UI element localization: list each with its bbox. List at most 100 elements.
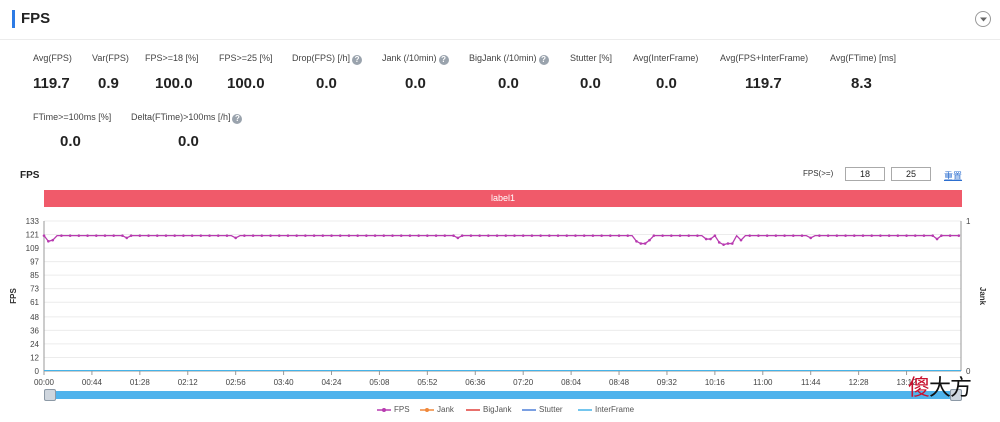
help-icon[interactable]: ? bbox=[232, 114, 243, 124]
fps-data-point bbox=[434, 234, 438, 237]
fps-data-point bbox=[704, 237, 708, 241]
fps-data-point bbox=[103, 234, 107, 237]
fps-data-point bbox=[417, 234, 420, 237]
fps-data-point bbox=[879, 234, 882, 237]
fps-data-point bbox=[478, 234, 481, 237]
fps-data-point bbox=[809, 236, 813, 240]
help-icon[interactable]: ? bbox=[538, 55, 549, 65]
help-icon[interactable]: ? bbox=[352, 55, 363, 65]
metric-value: 8.3 bbox=[851, 75, 872, 92]
legend-marker-icon bbox=[466, 409, 480, 411]
metric-label: BigJank (/10min)? bbox=[469, 53, 549, 65]
fps-data-point bbox=[730, 242, 734, 245]
x-tick-label: 12:28 bbox=[849, 378, 870, 387]
collapse-button[interactable] bbox=[975, 11, 991, 27]
fps-data-point bbox=[452, 234, 455, 237]
legend-label: Stutter bbox=[539, 405, 563, 414]
fps-data-point bbox=[940, 234, 943, 237]
reset-link[interactable]: 重置 bbox=[944, 169, 962, 182]
fps-data-point bbox=[356, 234, 359, 237]
fps-data-point bbox=[905, 234, 908, 237]
fps-data-point bbox=[513, 234, 516, 237]
x-tick-label: 03:40 bbox=[274, 378, 295, 387]
metric-label: FPS>=25 [%] bbox=[219, 53, 273, 64]
fps-data-point bbox=[487, 234, 490, 237]
title-accent-bar bbox=[12, 10, 15, 28]
x-tick-label: 07:20 bbox=[513, 378, 534, 387]
fps-data-point bbox=[182, 234, 185, 237]
metric-label-text: Drop(FPS) [/h] bbox=[292, 53, 351, 63]
fps-data-point bbox=[678, 234, 682, 237]
fps-threshold-2-input[interactable] bbox=[891, 167, 931, 181]
legend-item-fps[interactable]: FPS bbox=[377, 404, 410, 416]
fps-data-point bbox=[643, 242, 647, 245]
metric-label: Jank (/10min)? bbox=[382, 53, 449, 65]
metric-0-metrics_row1: Avg(FPS) 119.7 bbox=[33, 53, 72, 92]
metric-value: 0.0 bbox=[656, 75, 677, 92]
legend-marker-icon bbox=[578, 409, 592, 411]
fps-data-point bbox=[312, 234, 316, 237]
fps-data-point bbox=[582, 234, 586, 237]
fps-data-point bbox=[639, 242, 643, 245]
fps-filter-label: FPS(>=) bbox=[803, 169, 834, 178]
fps-data-point bbox=[129, 234, 133, 237]
metric-label-text: Stutter [%] bbox=[570, 53, 613, 63]
fps-data-point bbox=[887, 234, 891, 237]
y-tick-label: 109 bbox=[26, 244, 40, 253]
fps-data-point bbox=[791, 234, 795, 237]
metric-value: 0.0 bbox=[498, 75, 519, 92]
y-axis-title: FPS bbox=[9, 288, 18, 304]
fps-threshold-1-input[interactable] bbox=[845, 167, 885, 181]
fps-data-point bbox=[408, 234, 412, 237]
fps-data-point bbox=[635, 240, 638, 243]
legend-item-jank[interactable]: Jank bbox=[420, 404, 454, 416]
x-tick-label: 11:44 bbox=[801, 378, 821, 387]
fps-data-point bbox=[913, 234, 917, 237]
metric-8-metrics_row1: Avg(InterFrame) 0.0 bbox=[633, 53, 698, 92]
fps-data-point bbox=[77, 234, 81, 237]
legend-item-bigjank[interactable]: BigJank bbox=[466, 404, 511, 416]
metric-label-text: Avg(FPS) bbox=[33, 53, 72, 63]
fps-data-point bbox=[155, 234, 159, 237]
fps-data-point bbox=[818, 234, 821, 237]
x-tick-label: 05:52 bbox=[417, 378, 438, 387]
metric-label-text: Var(FPS) bbox=[92, 53, 129, 63]
fps-data-point bbox=[456, 236, 460, 240]
panel-title: FPS bbox=[21, 10, 51, 27]
fps-data-point bbox=[765, 234, 769, 237]
fps-data-point bbox=[726, 242, 730, 245]
fps-data-point bbox=[757, 234, 760, 237]
label-band[interactable]: label1 bbox=[44, 190, 962, 207]
fps-data-point bbox=[852, 234, 856, 237]
fps-data-point bbox=[216, 234, 220, 237]
x-tick-label: 04:24 bbox=[321, 378, 342, 387]
zoom-handle-left[interactable] bbox=[44, 389, 56, 401]
fps-data-point bbox=[687, 234, 691, 237]
x-tick-label: 02:56 bbox=[226, 378, 247, 387]
fps-data-point bbox=[138, 234, 142, 237]
fps-data-point bbox=[190, 234, 194, 237]
metric-label: Avg(FPS+InterFrame) bbox=[720, 53, 808, 64]
help-icon[interactable]: ? bbox=[438, 55, 449, 65]
fps-data-point bbox=[225, 234, 229, 237]
fps-data-point bbox=[173, 234, 176, 237]
fps-data-point bbox=[234, 236, 237, 240]
x-tick-label: 01:28 bbox=[130, 378, 151, 387]
fps-data-point bbox=[269, 234, 272, 237]
fps-data-point bbox=[112, 234, 116, 237]
legend-item-stutter[interactable]: Stutter bbox=[522, 404, 563, 416]
legend-item-interframe[interactable]: InterFrame bbox=[578, 404, 634, 416]
legend-marker-icon bbox=[522, 409, 536, 411]
fps-data-point bbox=[896, 234, 900, 237]
fps-data-point bbox=[399, 234, 403, 237]
y-tick-label: 48 bbox=[30, 313, 39, 322]
fps-data-point bbox=[922, 234, 926, 237]
zoom-scrollbar[interactable] bbox=[44, 391, 962, 399]
fps-series-line bbox=[43, 234, 959, 246]
fps-data-point bbox=[373, 234, 377, 237]
metric-label: Stutter [%] bbox=[570, 53, 612, 64]
fps-data-point bbox=[948, 234, 952, 237]
fps-data-point bbox=[748, 234, 752, 237]
fps-data-point bbox=[125, 236, 129, 240]
fps-data-point bbox=[574, 234, 577, 237]
